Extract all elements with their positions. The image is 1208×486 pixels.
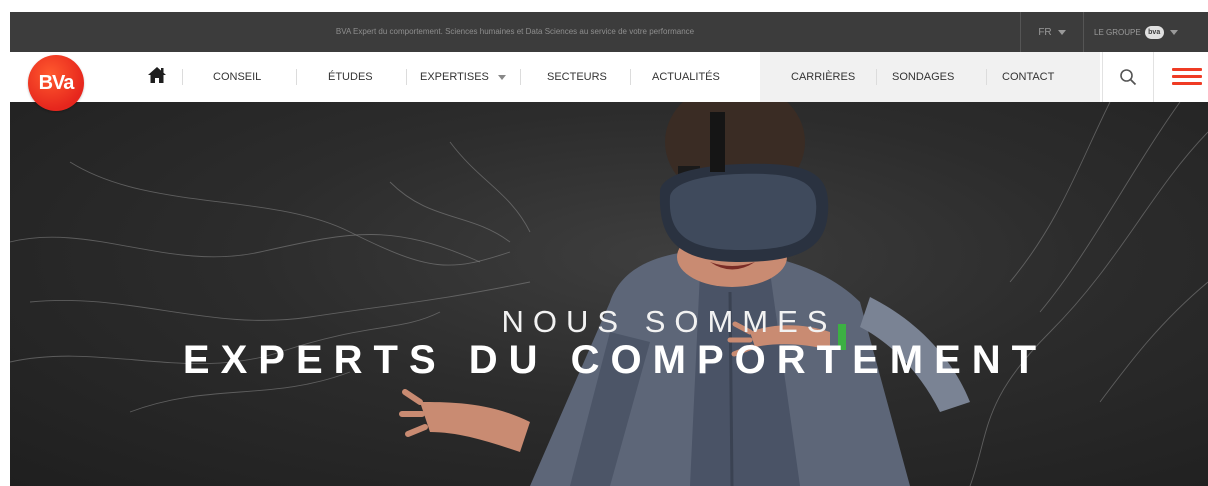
tagline: BVA Expert du comportement. Sciences hum…: [335, 27, 695, 36]
group-logo: bva: [1144, 25, 1164, 39]
nav-separator: [630, 69, 631, 85]
bva-logo[interactable]: BVa: [28, 55, 84, 111]
caret-down-icon: [1169, 29, 1178, 35]
hero-title: EXPERTS DU COMPORTEMENT: [182, 338, 1048, 382]
nav-item-contact[interactable]: CONTACT: [1002, 52, 1054, 102]
nav-separator: [182, 69, 183, 85]
search-icon: [1120, 69, 1137, 86]
page: BVA Expert du comportement. Sciences hum…: [10, 12, 1208, 486]
home-icon[interactable]: [147, 65, 167, 85]
hamburger-icon[interactable]: [1172, 68, 1202, 88]
language-selector[interactable]: FR: [1020, 12, 1084, 52]
nav-item-secteurs[interactable]: SECTEURS: [547, 52, 607, 102]
nav-item-conseil[interactable]: CONSEIL: [213, 52, 261, 102]
nav-item-expertises[interactable]: EXPERTISES: [420, 52, 506, 102]
nav-separator: [406, 69, 407, 85]
nav-item-etudes[interactable]: ÉTUDES: [328, 52, 373, 102]
group-label: LE GROUPE: [1094, 27, 1141, 37]
nav-separator: [986, 69, 987, 85]
caret-down-icon: [497, 75, 506, 80]
nav-separator: [876, 69, 877, 85]
search-button[interactable]: [1102, 52, 1154, 102]
hero-subtitle: NOUS SOMMES: [501, 304, 837, 339]
language-label: FR: [1038, 26, 1052, 38]
group-selector[interactable]: LE GROUPE bva: [1094, 12, 1178, 52]
nav-item-sondages[interactable]: SONDAGES: [892, 52, 954, 102]
top-bar: BVA Expert du comportement. Sciences hum…: [10, 12, 1208, 52]
nav-item-carrieres[interactable]: CARRIÈRES: [791, 52, 855, 102]
nav-item-actualites[interactable]: ACTUALITÉS: [652, 52, 720, 102]
nav-item-expertises-label: EXPERTISES: [420, 71, 489, 83]
nav-separator: [296, 69, 297, 85]
caret-down-icon: [1057, 29, 1066, 35]
hero-banner: NOUS SOMMES EXPERTS DU COMPORTEMENT: [10, 102, 1208, 486]
main-nav: CONSEIL ÉTUDES EXPERTISES SECTEURS ACTUA…: [10, 52, 1208, 102]
nav-separator: [520, 69, 521, 85]
hero-image: [10, 102, 1208, 486]
